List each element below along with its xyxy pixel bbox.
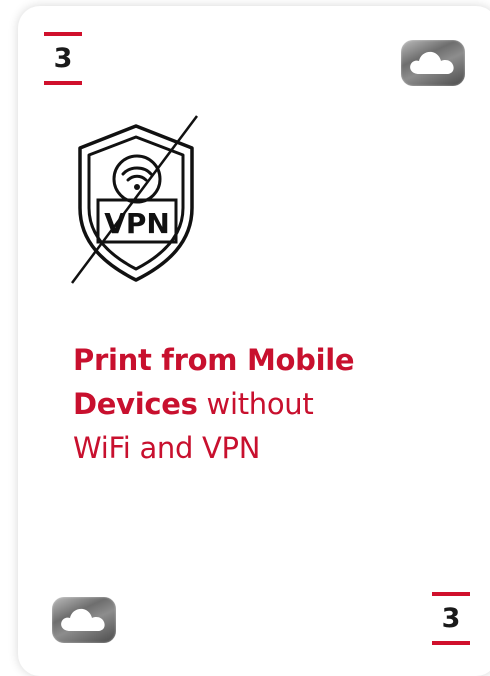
- cloud-badge-top: [401, 40, 465, 86]
- number-top-underline: [44, 81, 82, 85]
- number-bottom-underline: [432, 641, 470, 645]
- svg-text:VPN: VPN: [104, 207, 170, 240]
- stage: 3 VPN Print from Mobile Devices without …: [0, 0, 490, 676]
- card-headline: Print from Mobile Devices without WiFi a…: [73, 338, 473, 470]
- number-top-digit: 3: [53, 43, 73, 74]
- headline-regular-line: WiFi and VPN: [73, 431, 261, 465]
- cloud-icon: [61, 608, 105, 631]
- card-number-bottom: 3: [432, 592, 470, 645]
- card-number-top: 3: [44, 32, 82, 85]
- cloud-icon: [410, 51, 454, 74]
- headline-regular-inline: without: [206, 387, 314, 421]
- vpn-shield-crossed-out-icon: VPN: [70, 115, 199, 284]
- cloud-badge-bottom: [52, 597, 116, 643]
- number-bottom-digit: 3: [441, 603, 461, 634]
